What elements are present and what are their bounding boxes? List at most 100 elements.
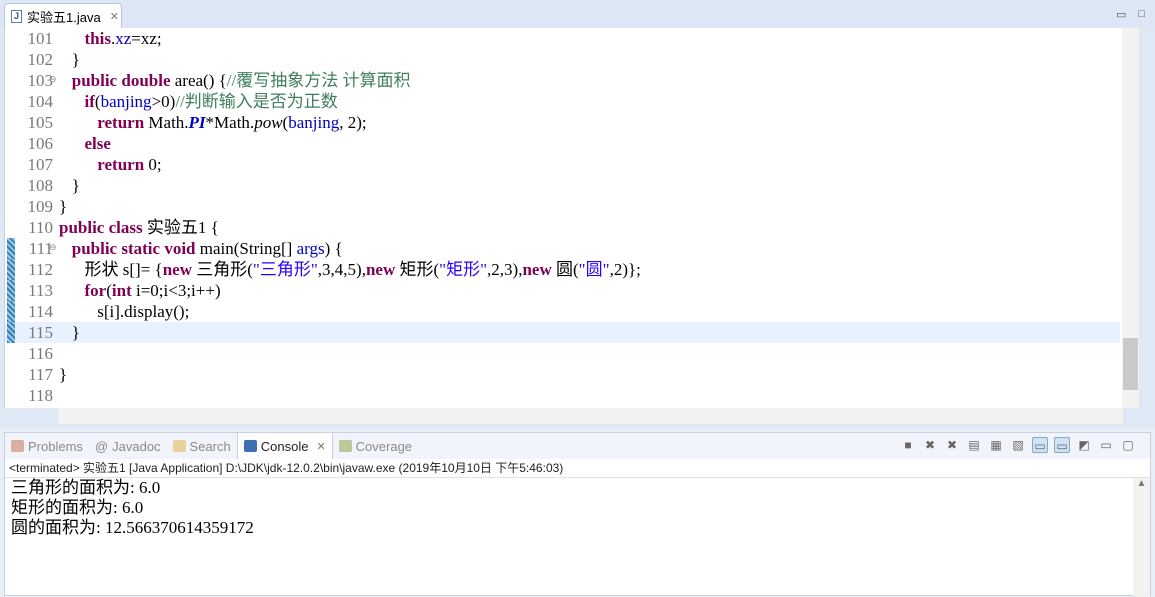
code-line[interactable]: 108 } [5, 175, 1120, 196]
tab-search[interactable]: Search [167, 433, 237, 459]
code-line[interactable]: 101 this.xz=xz; [5, 28, 1120, 49]
line-number: 110 [28, 218, 53, 237]
code-text: public double area() {//覆写抽象方法 计算面积 [59, 70, 411, 91]
code-token: 圆( [551, 260, 579, 279]
open-console-icon[interactable]: ▢ [1120, 437, 1136, 453]
code-line[interactable]: 114 s[i].display(); [5, 301, 1120, 322]
code-text: } [59, 175, 80, 196]
code-token: 实验五1 { [142, 218, 219, 237]
scroll-thumb[interactable] [1123, 338, 1138, 390]
code-token: if [84, 92, 95, 111]
code-token: //判断输入是否为正数 [175, 92, 338, 111]
code-token: banjing [100, 92, 152, 111]
code-token: static [121, 239, 161, 258]
scroll-lock-icon[interactable]: ▦ [988, 437, 1004, 453]
code-line[interactable]: 107 return 0; [5, 154, 1120, 175]
code-line[interactable]: 103 public double area() {//覆写抽象方法 计算面积 ⊖ [5, 70, 1120, 91]
tab-label: Problems [28, 438, 83, 454]
code-line[interactable]: 105 return Math.PI*Math.pow(banjing, 2); [5, 112, 1120, 133]
code-token: void [164, 239, 196, 258]
code-line[interactable]: 110 public class 实验五1 { [5, 217, 1120, 238]
java-file-icon: J [11, 10, 22, 23]
code-line[interactable]: 117} [5, 364, 1120, 385]
close-icon[interactable]: ✕ [316, 440, 325, 453]
remove-launch-icon[interactable]: ✖ [922, 437, 938, 453]
code-line[interactable]: 106 else [5, 133, 1120, 154]
tab-console[interactable]: Console ✕ [236, 433, 333, 459]
tab-javadoc[interactable]: @ Javadoc [89, 433, 167, 459]
remove-all-icon[interactable]: ✖ [944, 437, 960, 453]
fold-icon[interactable]: ⊖ [49, 70, 57, 91]
tab-label: Coverage [355, 438, 413, 454]
line-number: 108 [27, 176, 54, 195]
code-token: public [59, 218, 105, 237]
code-token: =xz; [131, 29, 162, 48]
code-token: } [59, 197, 68, 216]
line-number: 111 [28, 239, 53, 258]
console-toolbar: ■ ✖ ✖ ▤ ▦ ▧ ▭ ▭ ◩ ▭ ▢ [900, 437, 1136, 453]
line-number: 116 [28, 344, 53, 363]
vertical-scrollbar[interactable] [1122, 28, 1139, 408]
code-text: return Math.PI*Math.pow(banjing, 2); [59, 112, 366, 133]
code-line[interactable]: 118 [5, 385, 1120, 406]
line-number: 106 [27, 134, 54, 153]
tab-problems[interactable]: Problems [5, 433, 89, 459]
code-token: } [59, 50, 80, 69]
code-text: for(int i=0;i<3;i++) [59, 280, 221, 301]
close-icon[interactable]: ✕ [110, 10, 119, 23]
code-line[interactable]: 111 public static void main(String[] arg… [5, 238, 1120, 259]
search-icon [172, 440, 186, 452]
line-number: 115 [28, 323, 53, 342]
code-text: else [59, 133, 111, 154]
code-token: public [71, 239, 118, 258]
code-token: args [296, 239, 325, 258]
console-panel: Problems @ Javadoc Search Console ✕ Covera… [4, 432, 1151, 597]
maximize-icon[interactable]: □ [1138, 8, 1145, 21]
change-marker [7, 280, 15, 301]
code-text: } [59, 49, 80, 70]
code-token: s[i].display(); [59, 302, 190, 321]
line-number: 105 [27, 113, 54, 132]
tab-label: Javadoc [112, 438, 161, 454]
code-token: Math. [144, 113, 189, 132]
tab-label: Search [189, 438, 231, 454]
display-console-icon[interactable]: ▭ [1098, 437, 1114, 453]
editor-tab[interactable]: J 实验五1.java ✕ [4, 3, 122, 29]
tab-label: Console [260, 438, 309, 454]
code-line[interactable]: 109} [5, 196, 1120, 217]
code-line[interactable]: 112 形状 s[]= {new 三角形("三角形",3,4,5),new 矩形… [5, 259, 1120, 280]
clear-console-icon[interactable]: ▤ [966, 437, 982, 453]
code-token: pow [254, 113, 283, 132]
code-line[interactable]: 104 if(banjing>0)//判断输入是否为正数 [5, 91, 1120, 112]
console-status: <terminated> 实验五1 [Java Application] D:\… [5, 459, 1150, 478]
code-text: } [59, 364, 67, 385]
code-token: banjing [288, 113, 340, 132]
minimize-icon[interactable]: ▭ [1116, 8, 1126, 21]
code-editor[interactable]: 101 this.xz=xz; 102 } 103 public double ar… [4, 28, 1139, 408]
tab-coverage[interactable]: Coverage [333, 433, 418, 459]
console-scrollbar[interactable]: ▲ [1133, 478, 1150, 597]
fold-icon[interactable]: ⊖ [49, 238, 57, 259]
line-number: 102 [27, 50, 54, 69]
console-output-line: 矩形的面积为: 6.0 [11, 498, 144, 517]
show-on-stdout-icon[interactable]: ▭ [1032, 437, 1048, 453]
terminate-icon[interactable]: ■ [900, 437, 916, 453]
show-on-stderr-icon[interactable]: ▭ [1054, 437, 1070, 453]
console-output: 三角形的面积为: 6.0 矩形的面积为: 6.0 圆的面积为: 12.5663706… [5, 478, 1150, 538]
code-token: this [84, 29, 111, 48]
code-line[interactable]: 102 } [5, 49, 1120, 70]
code-line[interactable]: 115 } [5, 322, 1120, 343]
code-line[interactable]: 113 for(int i=0;i<3;i++) [5, 280, 1120, 301]
code-token: main(String[] [195, 239, 297, 258]
pin-console-icon[interactable]: ◩ [1076, 437, 1092, 453]
horizontal-scrollbar[interactable] [58, 408, 1123, 424]
code-token: new [162, 260, 192, 279]
word-wrap-icon[interactable]: ▧ [1010, 437, 1026, 453]
code-line[interactable]: 116 [5, 343, 1120, 364]
code-text: } [59, 196, 67, 217]
editor-tabbar: J 实验五1.java ✕ ▭ □ [0, 0, 1155, 29]
